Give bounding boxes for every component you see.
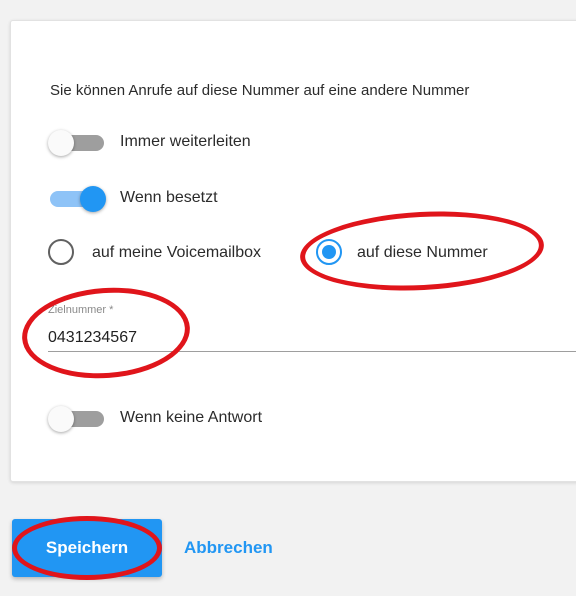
target-number-label: Zielnummer * — [48, 304, 114, 316]
when-busy-row: Wenn besetzt — [48, 185, 218, 212]
target-number-field: Zielnummer * — [48, 300, 576, 356]
when-busy-label: Wenn besetzt — [120, 189, 218, 206]
cancel-button[interactable]: Abbrechen — [184, 530, 273, 566]
always-forward-label: Immer weiterleiten — [120, 133, 251, 150]
always-forward-toggle[interactable] — [48, 129, 106, 156]
toggle-thumb — [80, 186, 106, 212]
voicemail-radio-label[interactable]: auf meine Voicemailbox — [92, 244, 261, 262]
target-number-input[interactable] — [48, 324, 576, 352]
intro-text: Sie können Anrufe auf diese Nummer auf e… — [50, 82, 470, 99]
this-number-radio[interactable] — [316, 239, 342, 265]
no-answer-label: Wenn keine Antwort — [120, 409, 263, 426]
when-busy-toggle[interactable] — [48, 185, 106, 212]
no-answer-toggle[interactable] — [48, 405, 106, 432]
toggle-thumb — [48, 406, 74, 432]
voicemail-radio[interactable] — [48, 239, 74, 265]
no-answer-row: Wenn keine Antwort — [48, 405, 263, 432]
this-number-radio-label[interactable]: auf diese Nummer — [357, 244, 488, 262]
save-button[interactable]: Speichern — [12, 519, 162, 577]
toggle-thumb — [48, 130, 74, 156]
always-forward-row: Immer weiterleiten — [48, 129, 251, 156]
